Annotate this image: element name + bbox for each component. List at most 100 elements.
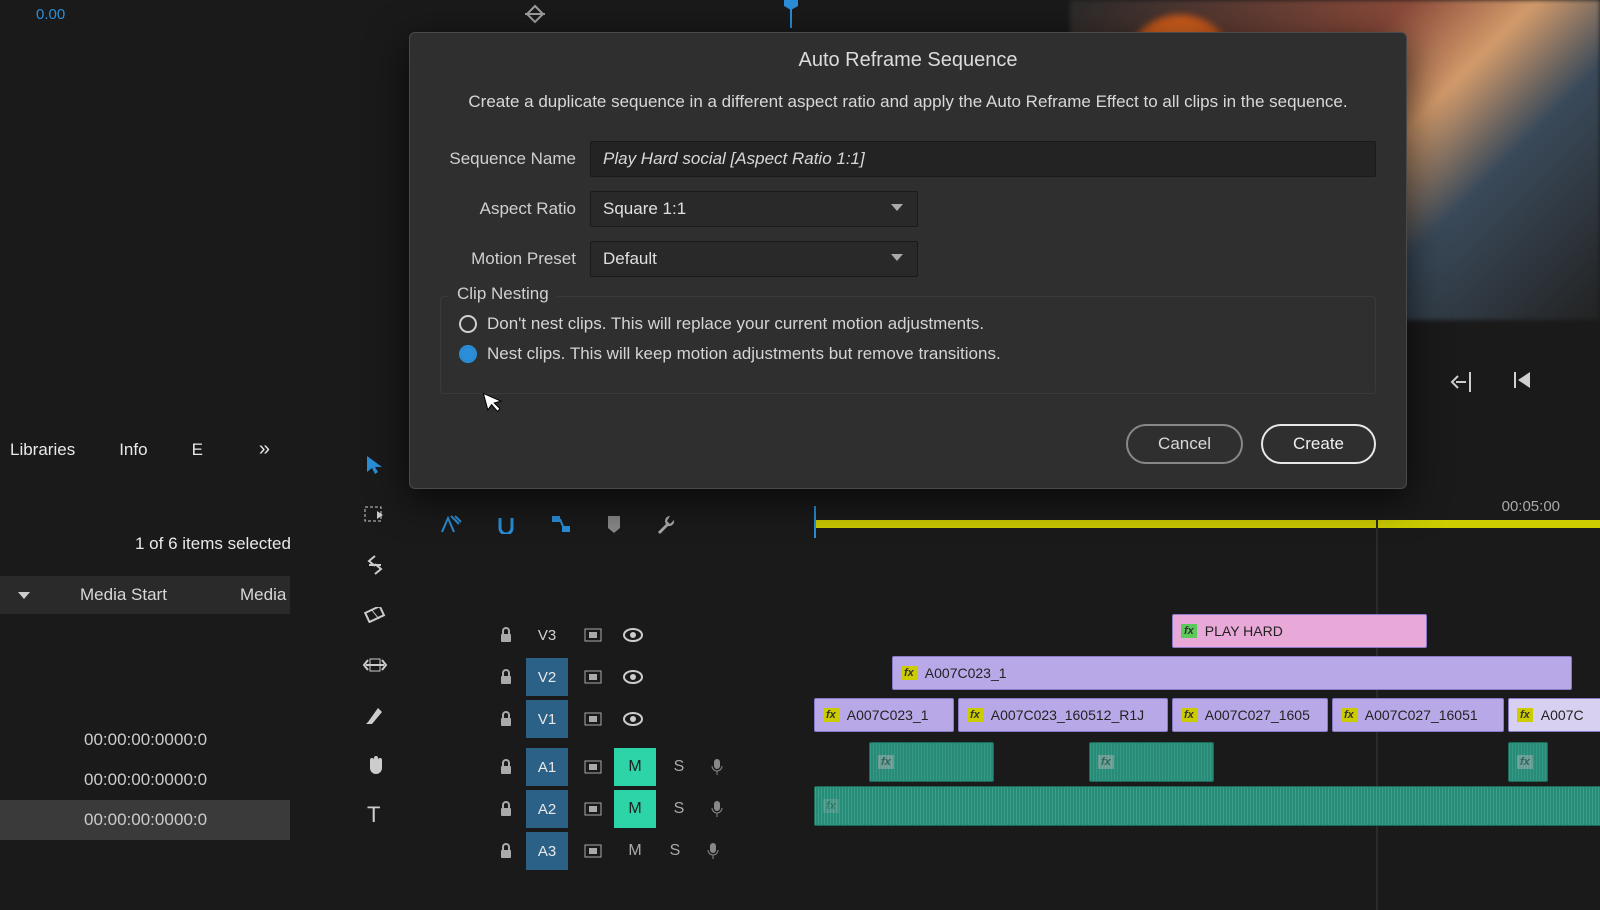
track-label[interactable]: A2 xyxy=(526,790,568,828)
col-sort[interactable] xyxy=(0,585,80,605)
sequence-name-input[interactable] xyxy=(590,141,1376,177)
chevron-down-icon xyxy=(891,204,903,211)
motion-preset-select[interactable]: Default xyxy=(590,241,918,277)
type-tool-icon[interactable]: T xyxy=(360,800,390,830)
hand-tool-icon[interactable] xyxy=(360,750,390,780)
mute-toggle[interactable]: M xyxy=(614,790,656,828)
overflow-icon[interactable]: » xyxy=(259,438,270,461)
timeline-timecode: 00:05:00 xyxy=(1502,498,1560,515)
step-back-icon[interactable] xyxy=(1514,370,1534,394)
fx-badge: fx xyxy=(823,708,839,722)
clip-label: A007C023_160512_R1J xyxy=(991,707,1144,723)
track-label[interactable]: A1 xyxy=(526,748,568,786)
marker-icon[interactable] xyxy=(606,514,622,534)
fx-badge: fx xyxy=(967,708,983,722)
source-patching-icon[interactable] xyxy=(572,616,614,654)
mute-toggle[interactable]: M xyxy=(614,832,656,870)
timeline-playbar[interactable] xyxy=(814,520,1600,528)
track-select-tool-icon[interactable] xyxy=(360,500,390,530)
clip-video[interactable]: fx A007C xyxy=(1508,698,1600,732)
lock-icon[interactable] xyxy=(486,790,526,828)
clip-audio[interactable]: fx xyxy=(814,786,1600,826)
radio-icon xyxy=(459,345,477,363)
lock-icon[interactable] xyxy=(486,748,526,786)
fx-badge: fx xyxy=(901,666,917,680)
voiceover-icon[interactable] xyxy=(698,790,736,828)
eye-icon[interactable] xyxy=(614,616,652,654)
svg-text:T: T xyxy=(367,804,380,826)
track-label[interactable]: V1 xyxy=(526,700,568,738)
clip-nesting-legend: Clip Nesting xyxy=(449,284,557,304)
list-item[interactable]: 00:00:00:0000:0 xyxy=(0,800,290,840)
selection-count: 1 of 6 items selected xyxy=(135,534,291,554)
sequence-name-label: Sequence Name xyxy=(440,149,590,169)
source-patching-icon[interactable] xyxy=(572,748,614,786)
col-media-start[interactable]: Media Start xyxy=(80,585,240,605)
aspect-ratio-select[interactable]: Square 1:1 xyxy=(590,191,918,227)
track-a1: A1 M S xyxy=(486,746,1600,788)
create-button[interactable]: Create xyxy=(1261,424,1376,464)
source-patching-icon[interactable] xyxy=(572,790,614,828)
clip-video[interactable]: fx A007C027_16051 xyxy=(1332,698,1504,732)
radio-option-nest[interactable]: Nest clips. This will keep motion adjust… xyxy=(459,339,1357,369)
list-item[interactable]: 00:00:00:0000:0 xyxy=(0,720,290,760)
clip-title[interactable]: fx PLAY HARD xyxy=(1172,614,1427,648)
clip-video[interactable]: fx A007C027_1605 xyxy=(1172,698,1328,732)
linked-selection-icon[interactable] xyxy=(550,514,572,534)
fx-badge: fx xyxy=(1341,708,1357,722)
dialog-description: Create a duplicate sequence in a differe… xyxy=(410,80,1406,134)
mute-toggle[interactable]: M xyxy=(614,748,656,786)
col-media[interactable]: Media xyxy=(240,585,286,605)
track-label[interactable]: V3 xyxy=(526,616,568,654)
lock-icon[interactable] xyxy=(486,658,526,696)
track-a3: A3 M S xyxy=(486,830,1600,872)
clip-audio[interactable]: fx xyxy=(1089,742,1214,782)
wrench-icon[interactable] xyxy=(656,514,676,534)
track-headers: V3 V2 V1 A1 M S A2 M S A3 M S xyxy=(486,614,1600,872)
solo-toggle[interactable]: S xyxy=(656,832,694,870)
fx-badge: fx xyxy=(1181,708,1197,722)
track-label[interactable]: V2 xyxy=(526,658,568,696)
snap-icon[interactable] xyxy=(496,514,516,534)
cancel-button[interactable]: Cancel xyxy=(1126,424,1243,464)
source-patching-icon[interactable] xyxy=(572,700,614,738)
chevron-down-icon xyxy=(18,592,30,599)
mark-out-icon[interactable] xyxy=(1450,370,1474,394)
voiceover-icon[interactable] xyxy=(694,832,732,870)
track-label[interactable]: A3 xyxy=(526,832,568,870)
selection-tool-icon[interactable] xyxy=(360,450,390,480)
source-patching-icon[interactable] xyxy=(572,832,614,870)
lock-icon[interactable] xyxy=(486,700,526,738)
keyframe-nav-icon[interactable] xyxy=(525,4,545,24)
solo-toggle[interactable]: S xyxy=(660,748,698,786)
tab-extra[interactable]: E xyxy=(192,440,203,460)
tab-info[interactable]: Info xyxy=(119,440,147,460)
tab-libraries[interactable]: Libraries xyxy=(10,440,75,460)
project-list: 00:00:00:0000:0 00:00:00:0000:0 00:00:00… xyxy=(0,720,290,840)
property-value[interactable]: 0.00 xyxy=(36,6,65,23)
lock-icon[interactable] xyxy=(486,832,526,870)
clip-label: A007C027_16051 xyxy=(1365,707,1478,723)
playhead-marker[interactable] xyxy=(790,0,792,28)
clip-video[interactable]: fx A007C023_1 xyxy=(892,656,1572,690)
clip-nesting-fieldset: Clip Nesting Don't nest clips. This will… xyxy=(440,296,1376,394)
eye-icon[interactable] xyxy=(614,700,652,738)
solo-toggle[interactable]: S xyxy=(660,790,698,828)
clip-audio[interactable]: fx xyxy=(869,742,994,782)
slip-tool-icon[interactable] xyxy=(360,650,390,680)
rate-stretch-tool-icon[interactable] xyxy=(360,600,390,630)
pen-tool-icon[interactable] xyxy=(360,700,390,730)
ripple-edit-tool-icon[interactable] xyxy=(360,550,390,580)
clip-audio[interactable]: fx xyxy=(1508,742,1548,782)
list-item[interactable]: 00:00:00:0000:0 xyxy=(0,760,290,800)
voiceover-icon[interactable] xyxy=(698,748,736,786)
radio-option-dont-nest[interactable]: Don't nest clips. This will replace your… xyxy=(459,309,1357,339)
source-patching-icon[interactable] xyxy=(572,658,614,696)
clip-video[interactable]: fx A007C023_1 xyxy=(814,698,954,732)
lock-icon[interactable] xyxy=(486,616,526,654)
eye-icon[interactable] xyxy=(614,658,652,696)
fx-badge: fx xyxy=(1517,708,1533,722)
clip-video[interactable]: fx A007C023_160512_R1J xyxy=(958,698,1168,732)
insert-icon[interactable] xyxy=(440,514,462,534)
dialog-title: Auto Reframe Sequence xyxy=(410,33,1406,80)
